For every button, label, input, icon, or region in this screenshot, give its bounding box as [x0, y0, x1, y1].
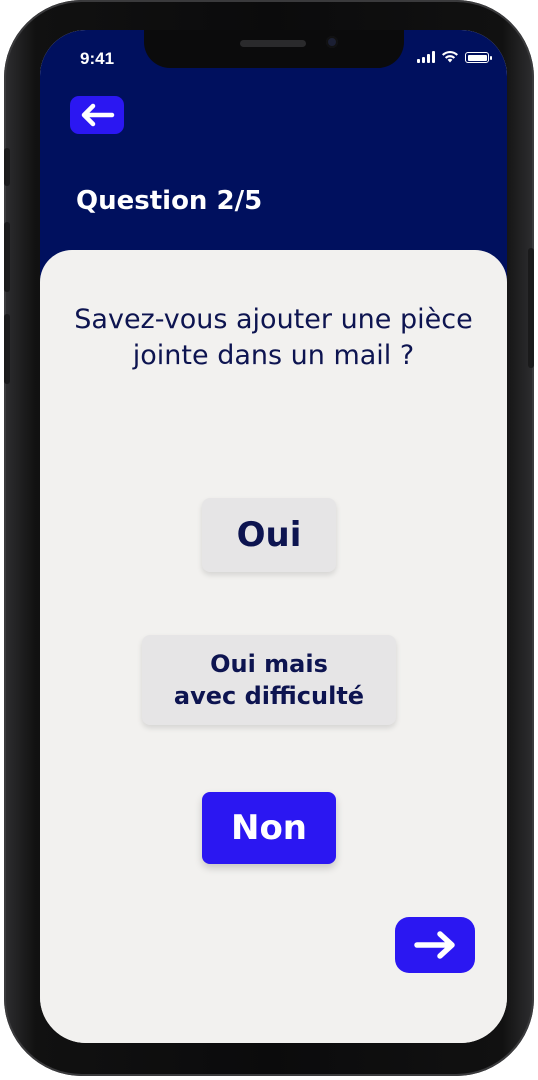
volume-down-button	[4, 314, 10, 384]
answer-label-line2: avec difficulté	[173, 682, 365, 710]
speaker	[240, 40, 306, 47]
screen: 9:41 Question 2/5 Savez-vous ajouter une…	[40, 30, 507, 1043]
arrow-right-icon	[414, 931, 455, 959]
arrow-left-icon	[81, 103, 115, 127]
answer-label: Oui mais avec difficulté	[174, 648, 364, 712]
signal-icon	[417, 51, 435, 63]
question-text: Savez-vous ajouter une pièce jointe dans…	[74, 304, 473, 371]
battery-icon	[465, 52, 492, 63]
volume-up-button	[4, 222, 10, 292]
front-camera	[326, 36, 338, 48]
power-button	[528, 248, 534, 368]
answer-oui-button[interactable]: Oui	[202, 498, 336, 572]
question-counter: Question 2/5	[76, 186, 263, 216]
wifi-icon	[442, 50, 458, 63]
next-button[interactable]	[395, 917, 475, 973]
mute-switch	[4, 148, 10, 186]
answer-oui-mais-avec-difficulte-button[interactable]: Oui mais avec difficulté	[142, 635, 396, 725]
status-time: 9:41	[80, 49, 115, 68]
answer-label-line1: Oui mais	[210, 650, 328, 678]
back-button[interactable]	[70, 96, 124, 134]
phone-frame: 9:41 Question 2/5 Savez-vous ajouter une…	[4, 0, 534, 1076]
status-icons	[417, 50, 492, 63]
answer-non-button[interactable]: Non	[202, 792, 336, 864]
question-card: Savez-vous ajouter une pièce jointe dans…	[40, 250, 507, 1043]
notch	[144, 30, 404, 68]
